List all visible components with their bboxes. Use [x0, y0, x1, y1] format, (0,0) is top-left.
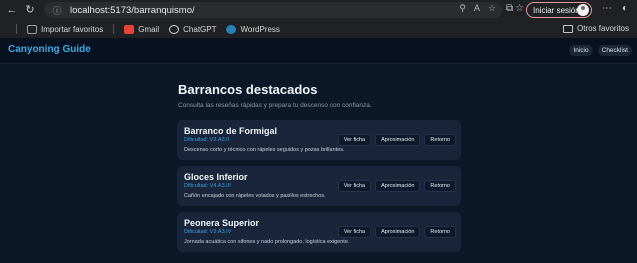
- bookmarks-divider: [16, 24, 17, 34]
- site-info-icon[interactable]: ⓘ: [50, 4, 64, 17]
- card-difficulty: Dificultad: V3.A3.IV: [184, 229, 232, 235]
- signin-label: Iniciar sesión: [533, 5, 580, 15]
- bookmarks-divider: [113, 24, 115, 34]
- url-text[interactable]: localhost:5173/barranquismo/: [70, 5, 195, 16]
- card-title: Peonera Superior: [184, 218, 260, 228]
- retorno-button[interactable]: Retorno: [424, 180, 456, 192]
- bookmarks-bar: Importar favoritos Gmail ChatGPT WordPre…: [0, 20, 637, 38]
- app-header: Canyoning Guide Inicio Checklist: [0, 38, 637, 64]
- bookmark-wordpress[interactable]: WordPress: [226, 24, 280, 34]
- card-description: Cañón encajado con rápeles volados y pas…: [184, 193, 326, 199]
- canyon-card: Gloces Inferior Dificultad: V4.A3.III Ca…: [177, 166, 461, 206]
- gmail-icon: [124, 24, 135, 34]
- retorno-button[interactable]: Retorno: [424, 226, 456, 238]
- back-icon[interactable]: ←: [6, 4, 18, 16]
- zoom-icon[interactable]: ⚲: [459, 3, 466, 14]
- card-title: Gloces Inferior: [184, 172, 248, 182]
- bookmark-chatgpt[interactable]: ChatGPT: [169, 24, 216, 34]
- browser-toolbar: ← ↻ ⓘ localhost:5173/barranquismo/ ⚲ A ☆…: [0, 0, 637, 20]
- other-favorites[interactable]: Otros favoritos: [562, 24, 629, 33]
- card-actions: Ver ficha Aproximación Retorno: [337, 226, 456, 238]
- card-actions: Ver ficha Aproximación Retorno: [337, 180, 456, 192]
- collections-icon[interactable]: ⧉: [506, 3, 513, 14]
- aproximacion-button[interactable]: Aproximación: [375, 134, 421, 146]
- address-bar[interactable]: ⓘ localhost:5173/barranquismo/ ⚲ A ☆: [44, 2, 502, 18]
- card-description: Jornada acuática con sifones y nado prol…: [184, 239, 350, 245]
- aproximacion-button[interactable]: Aproximación: [375, 180, 421, 192]
- canyon-card: Barranco de Formigal Dificultad: V3.A3.I…: [177, 120, 461, 160]
- card-difficulty: Dificultad: V3.A3.II: [184, 137, 230, 143]
- address-bar-icons: ⚲ A ☆: [459, 3, 496, 14]
- nav-checklist[interactable]: Checklist: [597, 45, 632, 56]
- signin-button[interactable]: Iniciar sesión: [526, 2, 592, 18]
- canyon-card: Peonera Superior Dificultad: V3.A3.IV Jo…: [177, 212, 461, 252]
- retorno-button[interactable]: Retorno: [424, 134, 456, 146]
- card-difficulty: Dificultad: V4.A3.III: [184, 183, 231, 189]
- top-nav: Inicio Checklist: [569, 45, 632, 56]
- browser-chrome: ← ↻ ⓘ localhost:5173/barranquismo/ ⚲ A ☆…: [0, 0, 637, 38]
- folder-icon: [562, 24, 573, 33]
- ver-ficha-button[interactable]: Ver ficha: [337, 180, 372, 192]
- avatar-icon: [577, 4, 589, 16]
- page-title: Barrancos destacados: [178, 82, 318, 97]
- aproximacion-button[interactable]: Aproximación: [375, 226, 421, 238]
- bookmark-import[interactable]: Importar favoritos: [27, 24, 103, 34]
- card-description: Descenso corto y técnico con rápeles seg…: [184, 147, 345, 153]
- page-subtitle: Consulta las reseñas rápidas y prepara t…: [178, 102, 372, 109]
- read-aloud-icon[interactable]: A: [474, 3, 480, 14]
- chatgpt-icon: [169, 24, 180, 34]
- more-icon[interactable]: ⋯: [602, 3, 612, 14]
- wordpress-icon: [226, 24, 237, 34]
- bookmark-gmail[interactable]: Gmail: [124, 24, 159, 34]
- card-actions: Ver ficha Aproximación Retorno: [337, 134, 456, 146]
- card-title: Barranco de Formigal: [184, 126, 278, 136]
- favorite-star-icon[interactable]: ☆: [488, 3, 496, 14]
- copilot-icon[interactable]: ◐: [622, 3, 628, 14]
- favorites-icon[interactable]: ☆: [515, 3, 524, 14]
- ver-ficha-button[interactable]: Ver ficha: [337, 226, 372, 238]
- import-icon: [27, 24, 37, 34]
- ver-ficha-button[interactable]: Ver ficha: [337, 134, 372, 146]
- reload-icon[interactable]: ↻: [24, 4, 36, 16]
- nav-inicio[interactable]: Inicio: [569, 45, 593, 56]
- brand-logo-text[interactable]: Canyoning Guide: [8, 44, 91, 55]
- main-content: Barrancos destacados Consulta las reseña…: [0, 64, 637, 263]
